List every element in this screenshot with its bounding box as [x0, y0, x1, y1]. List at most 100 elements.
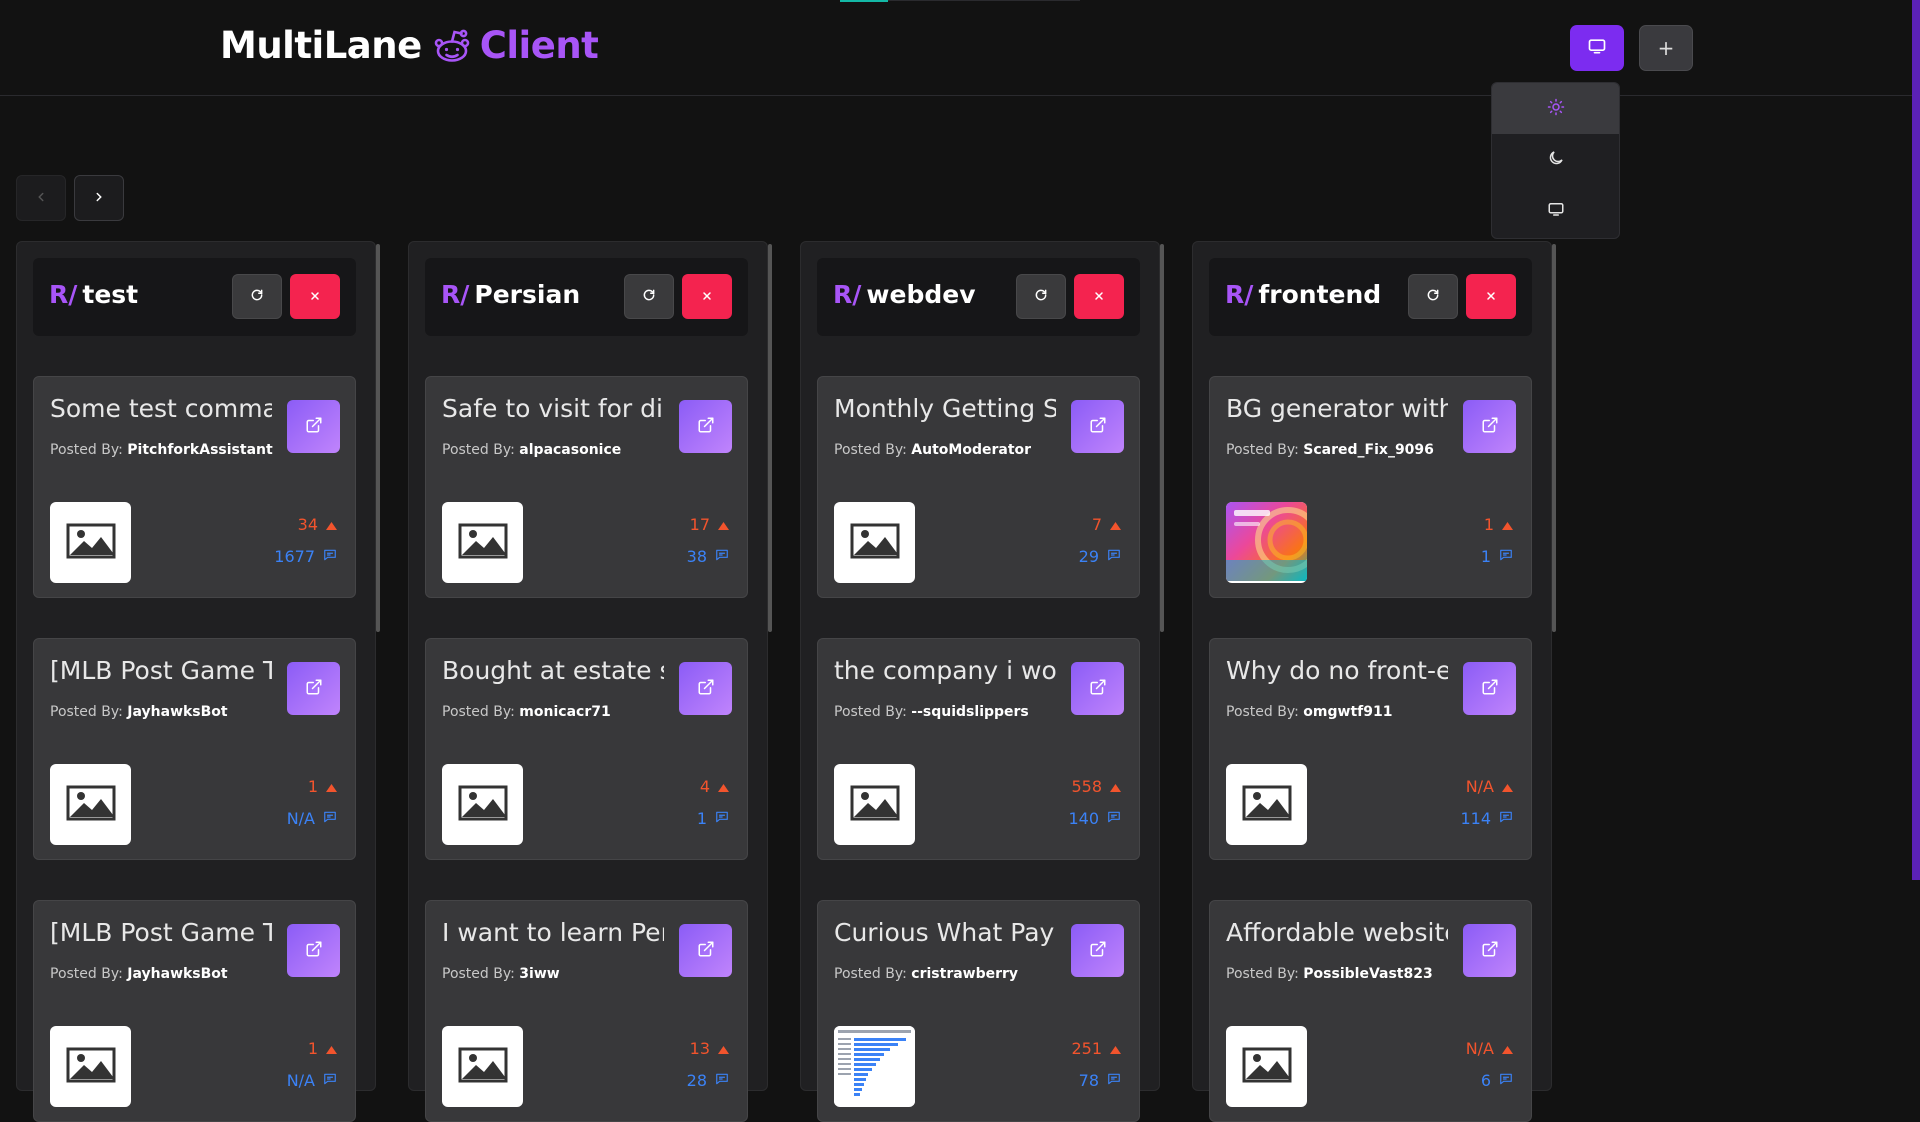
post-comments: N/A — [287, 809, 337, 828]
post-thumbnail[interactable] — [834, 764, 915, 845]
comment-icon — [323, 809, 337, 828]
open-post-button[interactable] — [1463, 400, 1516, 453]
posted-by-label: Posted By: — [1226, 966, 1299, 982]
vote-count: 34 — [297, 515, 318, 534]
post-card: [MLB Post Game Th Posted By: JayhawksBot 1… — [33, 900, 356, 1122]
post-thumbnail[interactable] — [442, 764, 523, 845]
upvote-icon — [326, 515, 337, 534]
post-title: Affordable website — [1226, 918, 1448, 947]
posted-by-label: Posted By: — [50, 966, 123, 982]
open-post-button[interactable] — [679, 924, 732, 977]
vote-count: 4 — [699, 777, 710, 796]
posted-by-label: Posted By: — [442, 704, 515, 720]
open-post-button[interactable] — [287, 400, 340, 453]
post-thumbnail[interactable] — [834, 502, 915, 583]
image-placeholder-icon — [66, 523, 116, 563]
post-comments: 38 — [687, 547, 729, 566]
upvote-icon — [326, 777, 337, 796]
post-title: Bought at estate s — [442, 656, 664, 685]
open-post-button[interactable] — [679, 400, 732, 453]
post-image — [1226, 502, 1307, 583]
comment-icon — [1107, 547, 1121, 566]
image-placeholder-icon — [458, 1047, 508, 1087]
refresh-lane-button[interactable] — [232, 274, 282, 319]
open-post-button[interactable] — [1463, 924, 1516, 977]
post-votes: 17 — [690, 515, 729, 534]
post-votes: 1 — [308, 1039, 337, 1058]
post-votes: 7 — [1092, 515, 1121, 534]
theme-option-light[interactable] — [1492, 83, 1619, 134]
comment-icon — [1499, 547, 1513, 566]
post-card: Affordable website Posted By: PossibleVas… — [1209, 900, 1532, 1122]
chevron-left-icon — [34, 189, 48, 208]
post-thumbnail[interactable] — [442, 1026, 523, 1107]
refresh-icon — [1426, 287, 1440, 306]
refresh-lane-button[interactable] — [1016, 274, 1066, 319]
refresh-lane-button[interactable] — [624, 274, 674, 319]
image-placeholder-icon — [1242, 1047, 1292, 1087]
post-votes: N/A — [1466, 1039, 1513, 1058]
post-thumbnail[interactable] — [834, 1026, 915, 1107]
close-lane-button[interactable] — [682, 274, 732, 319]
open-post-button[interactable] — [1071, 400, 1124, 453]
open-post-button[interactable] — [1071, 662, 1124, 715]
close-lane-button[interactable] — [1074, 274, 1124, 319]
comment-icon — [1499, 809, 1513, 828]
lane-scrollbar[interactable] — [768, 244, 772, 632]
post-author: Posted By: alpacasonice — [442, 442, 621, 458]
post-card: BG generator with Posted By: Scared_Fix_9… — [1209, 376, 1532, 598]
moon-icon — [1547, 149, 1565, 171]
author-name: alpacasonice — [519, 442, 622, 458]
page-scrollbar[interactable] — [1912, 0, 1920, 880]
author-name: Scared_Fix_9096 — [1303, 442, 1434, 458]
lane-header: R/frontend — [1209, 258, 1532, 336]
comment-count: 140 — [1068, 809, 1099, 828]
theme-toggle-button[interactable] — [1570, 25, 1624, 71]
lane-frontend: R/frontend BG generator with Posted By: Sc… — [1192, 241, 1556, 1122]
vote-count: 13 — [689, 1039, 710, 1058]
post-card: I want to learn Pers Posted By: 3iww 13 28 — [425, 900, 748, 1122]
lane-scrollbar[interactable] — [376, 244, 380, 632]
open-post-button[interactable] — [287, 924, 340, 977]
close-icon — [701, 287, 713, 306]
vote-count: 7 — [1091, 515, 1102, 534]
lane-scrollbar[interactable] — [1552, 244, 1556, 632]
post-thumbnail[interactable] — [1226, 764, 1307, 845]
app-header: MultiLane Client + — [0, 0, 1912, 96]
post-thumbnail[interactable] — [1226, 502, 1307, 583]
post-title: [MLB Post Game Th — [50, 918, 272, 947]
author-name: JayhawksBot — [127, 704, 228, 720]
next-lanes-button[interactable] — [74, 175, 124, 221]
close-lane-button[interactable] — [290, 274, 340, 319]
post-votes: 1 — [308, 777, 337, 796]
theme-option-dark[interactable] — [1492, 134, 1619, 185]
vote-count: 1 — [307, 1039, 318, 1058]
post-thumbnail[interactable] — [442, 502, 523, 583]
upvote-icon — [1110, 1039, 1121, 1058]
open-post-button[interactable] — [287, 662, 340, 715]
lane-scrollbar[interactable] — [1160, 244, 1164, 632]
post-thumbnail[interactable] — [50, 764, 131, 845]
open-post-button[interactable] — [1071, 924, 1124, 977]
post-thumbnail[interactable] — [50, 1026, 131, 1107]
post-image — [834, 1026, 915, 1107]
comment-icon — [1107, 1071, 1121, 1090]
post-card: Bought at estate s Posted By: monicacr71 4… — [425, 638, 748, 860]
theme-option-system[interactable] — [1492, 185, 1619, 236]
post-card: Curious What Payr Posted By: cristrawberr… — [817, 900, 1140, 1122]
add-lane-button[interactable]: + — [1639, 25, 1693, 71]
open-post-button[interactable] — [1463, 662, 1516, 715]
post-votes: N/A — [1466, 777, 1513, 796]
post-thumbnail[interactable] — [50, 502, 131, 583]
refresh-lane-button[interactable] — [1408, 274, 1458, 319]
posted-by-label: Posted By: — [1226, 704, 1299, 720]
plus-icon: + — [1657, 36, 1675, 60]
image-placeholder-icon — [850, 785, 900, 825]
post-title: Why do no front-e — [1226, 656, 1448, 685]
post-thumbnail[interactable] — [1226, 1026, 1307, 1107]
prev-lanes-button[interactable] — [16, 175, 66, 221]
comment-count: 78 — [1078, 1071, 1099, 1090]
open-post-button[interactable] — [679, 662, 732, 715]
close-lane-button[interactable] — [1466, 274, 1516, 319]
post-comments: 1 — [1481, 547, 1513, 566]
